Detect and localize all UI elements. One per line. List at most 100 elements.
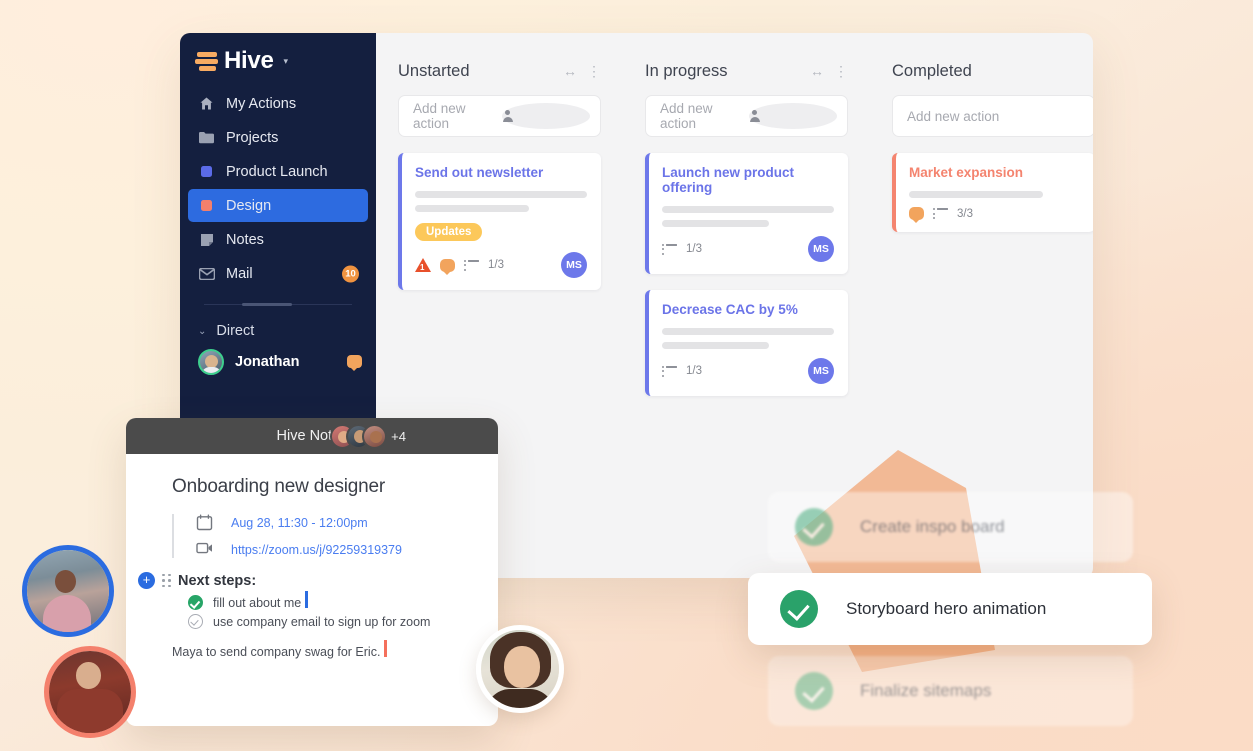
square-icon	[198, 166, 215, 177]
sidebar-item-label: Product Launch	[226, 164, 328, 180]
add-action-input[interactable]: Add new action	[398, 95, 601, 137]
assignee-avatar[interactable]: MS	[808, 358, 834, 384]
note-todo-item[interactable]: use company email to sign up for zoom	[188, 614, 474, 629]
column-header: Completed	[892, 51, 1093, 91]
direct-message-jonathan[interactable]: Jonathan	[180, 339, 376, 375]
sidebar-item-mail[interactable]: Mail 10	[188, 257, 368, 290]
notes-body[interactable]: Onboarding new designer Aug 28, 11:30 - …	[126, 454, 498, 661]
checklist-card-create-inspo-board[interactable]: Create inspo board	[768, 492, 1133, 562]
task-footer: 1/3 MS	[662, 236, 834, 262]
note-todo-label: fill out about me	[213, 596, 301, 610]
task-footer: 1/3 MS	[662, 358, 834, 384]
notes-title-bar: Hive Notes +4	[126, 418, 498, 454]
note-todo-label: use company email to sign up for zoom	[213, 615, 430, 629]
task-placeholder-line	[662, 220, 769, 227]
task-card[interactable]: Market expansion 3/3	[892, 153, 1093, 232]
page-background: Hive ▾ My Actions Projects	[0, 0, 1253, 751]
kanban-column-in-progress: In progress ↔ ⋮ Add new action Launch ne…	[623, 51, 870, 396]
sidebar-item-projects[interactable]: Projects	[188, 121, 368, 154]
sidebar-item-label: Design	[226, 198, 271, 214]
warning-icon[interactable]	[415, 258, 431, 272]
subtask-count: 3/3	[957, 208, 973, 220]
subtask-count: 1/3	[686, 365, 702, 377]
brand[interactable]: Hive ▾	[180, 33, 376, 73]
sidebar-item-product-launch[interactable]: Product Launch	[188, 155, 368, 188]
checklist-card-finalize-sitemaps[interactable]: Finalize sitemaps	[768, 656, 1133, 726]
subtask-list-icon	[464, 260, 479, 271]
task-title: Launch new product offering	[662, 165, 834, 195]
video-icon	[196, 541, 213, 558]
add-action-input[interactable]: Add new action	[892, 95, 1093, 137]
avatar	[198, 349, 224, 375]
sidebar-nav: My Actions Projects Product Launch Desig…	[180, 87, 376, 290]
floating-avatar-user-2[interactable]	[44, 646, 136, 738]
home-icon	[198, 96, 215, 111]
task-card[interactable]: Launch new product offering 1/3 MS	[645, 153, 848, 274]
subtask-count: 1/3	[488, 259, 504, 271]
comment-icon[interactable]	[440, 259, 455, 272]
task-footer: 3/3	[909, 207, 1081, 220]
subtask-list-icon	[662, 366, 677, 377]
task-placeholder-line	[415, 191, 587, 198]
note-todo-item[interactable]: fill out about me	[188, 595, 474, 610]
sidebar-item-label: Mail	[226, 266, 253, 282]
avatar	[362, 424, 387, 449]
assignee-avatar[interactable]: MS	[561, 252, 587, 278]
column-header: In progress ↔ ⋮	[645, 51, 848, 91]
folder-icon	[198, 131, 215, 144]
checklist-label: Create inspo board	[860, 517, 1005, 537]
sidebar-item-notes[interactable]: Notes	[188, 223, 368, 256]
square-icon	[198, 200, 215, 211]
drag-handle-icon[interactable]	[162, 574, 172, 588]
task-title: Market expansion	[909, 165, 1081, 180]
sidebar-item-label: My Actions	[226, 96, 296, 112]
sidebar-item-design[interactable]: Design	[188, 189, 368, 222]
note-zoom-link[interactable]: https://zoom.us/j/92259319379	[231, 543, 402, 557]
add-action-placeholder: Add new action	[660, 101, 749, 131]
task-card[interactable]: Send out newsletter Updates 1/3 MS	[398, 153, 601, 290]
note-meta-row: Aug 28, 11:30 - 12:00pm	[196, 514, 474, 531]
assignee-avatar[interactable]: MS	[808, 236, 834, 262]
checkbox-checked-icon[interactable]	[188, 595, 203, 610]
collaborator-avatars[interactable]: +4	[330, 424, 406, 449]
task-tag[interactable]: Updates	[415, 223, 482, 241]
collaborators-overflow-count: +4	[391, 429, 406, 444]
resize-column-icon[interactable]: ↔	[810, 63, 824, 79]
add-action-input[interactable]: Add new action	[645, 95, 848, 137]
column-more-icon[interactable]: ⋮	[587, 63, 601, 80]
column-more-icon[interactable]: ⋮	[834, 63, 848, 80]
task-title: Send out newsletter	[415, 165, 587, 180]
checkbox-unchecked-icon[interactable]	[188, 614, 203, 629]
chat-bubble-icon[interactable]	[347, 355, 362, 368]
sidebar-item-my-actions[interactable]: My Actions	[188, 87, 368, 120]
checklist-card-storyboard-hero-animation[interactable]: Storyboard hero animation	[748, 573, 1152, 645]
add-action-placeholder: Add new action	[907, 109, 1084, 124]
task-card[interactable]: Decrease CAC by 5% 1/3 MS	[645, 290, 848, 396]
note-date-link[interactable]: Aug 28, 11:30 - 12:00pm	[231, 516, 368, 530]
note-paragraph: Maya to send company swag for Eric.	[172, 645, 380, 659]
checklist-label: Finalize sitemaps	[860, 681, 991, 701]
resize-column-icon[interactable]: ↔	[563, 63, 577, 79]
hive-notes-window: Hive Notes +4 Onboarding new designer Au…	[126, 418, 498, 726]
note-section-title: Next steps:	[178, 573, 256, 589]
add-block-icon[interactable]: +	[138, 572, 155, 589]
column-header: Unstarted ↔ ⋮	[398, 51, 601, 91]
task-title: Decrease CAC by 5%	[662, 302, 834, 317]
chevron-down-icon[interactable]: ▾	[284, 56, 289, 67]
assign-person-icon[interactable]	[502, 103, 591, 129]
checklist-label: Storyboard hero animation	[846, 599, 1046, 619]
brand-name: Hive	[224, 49, 274, 73]
task-footer: 1/3 MS	[415, 252, 587, 278]
hive-logo-icon	[195, 49, 221, 73]
column-title: In progress	[645, 62, 800, 81]
note-section-header: + Next steps:	[138, 572, 474, 589]
floating-avatar-user-1[interactable]	[22, 545, 114, 637]
sidebar-section-direct[interactable]: ⌄ Direct	[180, 305, 376, 339]
floating-avatar-user-3[interactable]	[476, 625, 564, 713]
sidebar-divider	[204, 304, 352, 305]
comment-icon[interactable]	[909, 207, 924, 220]
add-action-placeholder: Add new action	[413, 101, 502, 131]
assign-person-icon[interactable]	[749, 103, 838, 129]
check-circle-icon	[795, 508, 833, 546]
kanban-column-completed: Completed Add new action Market expansio…	[870, 51, 1093, 396]
